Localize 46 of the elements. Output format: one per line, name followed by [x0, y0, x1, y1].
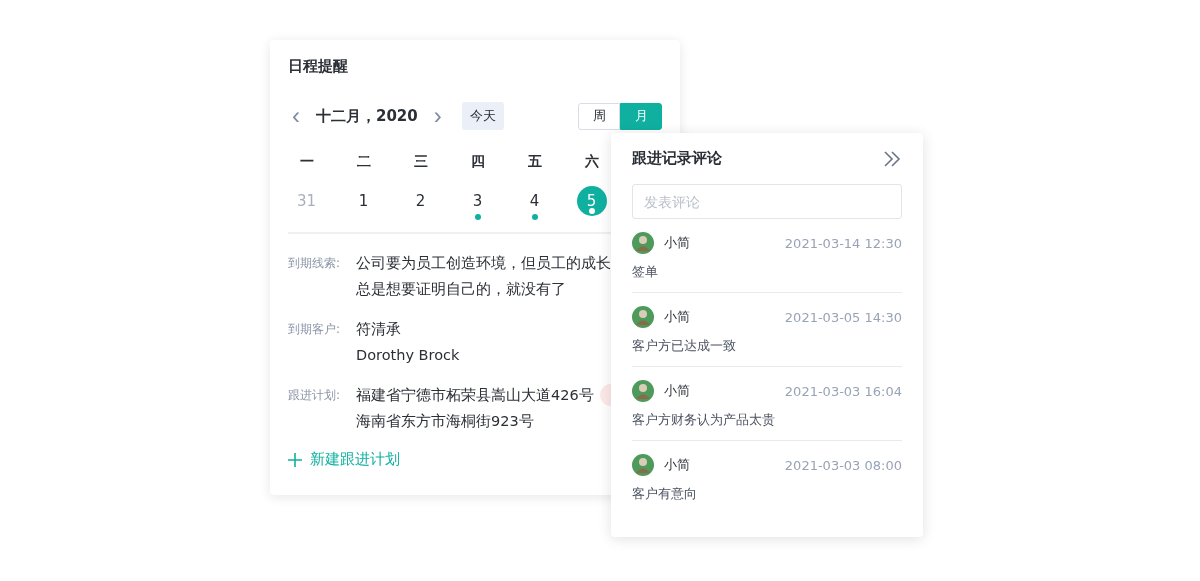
author-name: 小简: [664, 382, 690, 400]
calendar-day[interactable]: 3: [462, 186, 493, 216]
comment-time: 2021-03-03 16:04: [784, 383, 902, 399]
next-button[interactable]: ›: [429, 104, 446, 128]
weekday-label: 二: [356, 152, 371, 171]
comment-text: 客户有意向: [632, 485, 698, 503]
field-value: Dorothy Brock: [356, 346, 460, 365]
field-value: 符清承: [356, 320, 401, 339]
view-tab[interactable]: 周: [578, 102, 620, 130]
author-name: 小简: [664, 234, 690, 252]
comment-text: 客户方财务认为产品太贵: [632, 411, 776, 429]
panel-title: 跟进记录评论: [632, 149, 722, 168]
comment-input[interactable]: 发表评论: [632, 184, 902, 219]
calendar-day[interactable]: 2: [405, 186, 436, 216]
comment-time: 2021-03-14 12:30: [784, 235, 902, 251]
weekday-label: 三: [413, 152, 428, 171]
field-label: 到期客户:: [288, 321, 342, 338]
double-chevron-icon: [884, 150, 902, 167]
month-label: 十二月，2020: [316, 106, 418, 126]
field-value: 海南省东方市海桐街923号: [356, 412, 534, 431]
avatar-icon: [632, 306, 654, 328]
calendar-day[interactable]: 4: [519, 186, 550, 216]
weekday-label: 四: [470, 152, 485, 171]
card-title: 日程提醒: [288, 57, 348, 76]
collapse-button[interactable]: [884, 150, 902, 167]
author-name: 小简: [664, 308, 690, 326]
field-label: 跟进计划:: [288, 387, 342, 404]
previous-button[interactable]: ‹: [288, 104, 304, 128]
field-value: 福建省宁德市柘荣县嵩山大道426号: [356, 386, 594, 405]
field-value: 总是想要证明自己的，就没有了: [356, 280, 566, 299]
weekday-label: 六: [584, 152, 599, 171]
calendar-day[interactable]: 1: [348, 186, 379, 216]
weekday-label: 一: [299, 152, 314, 171]
field-label: 到期线索:: [288, 255, 342, 272]
avatar-icon: [632, 454, 654, 476]
field-value: 公司要为员工创造环境，但员工的成长: [356, 254, 611, 273]
plus-icon: [288, 452, 302, 467]
avatar-icon: [632, 232, 654, 254]
comment-time: 2021-03-03 08:00: [784, 457, 902, 473]
today-button[interactable]: 今天: [461, 102, 504, 130]
comment-text: 客户方已达成一致: [632, 337, 737, 355]
avatar-icon: [632, 380, 654, 402]
comment-time: 2021-03-05 14:30: [784, 309, 902, 325]
weekday-label: 五: [527, 152, 542, 171]
author-name: 小简: [664, 456, 690, 474]
comment-text: 签单: [632, 263, 659, 281]
